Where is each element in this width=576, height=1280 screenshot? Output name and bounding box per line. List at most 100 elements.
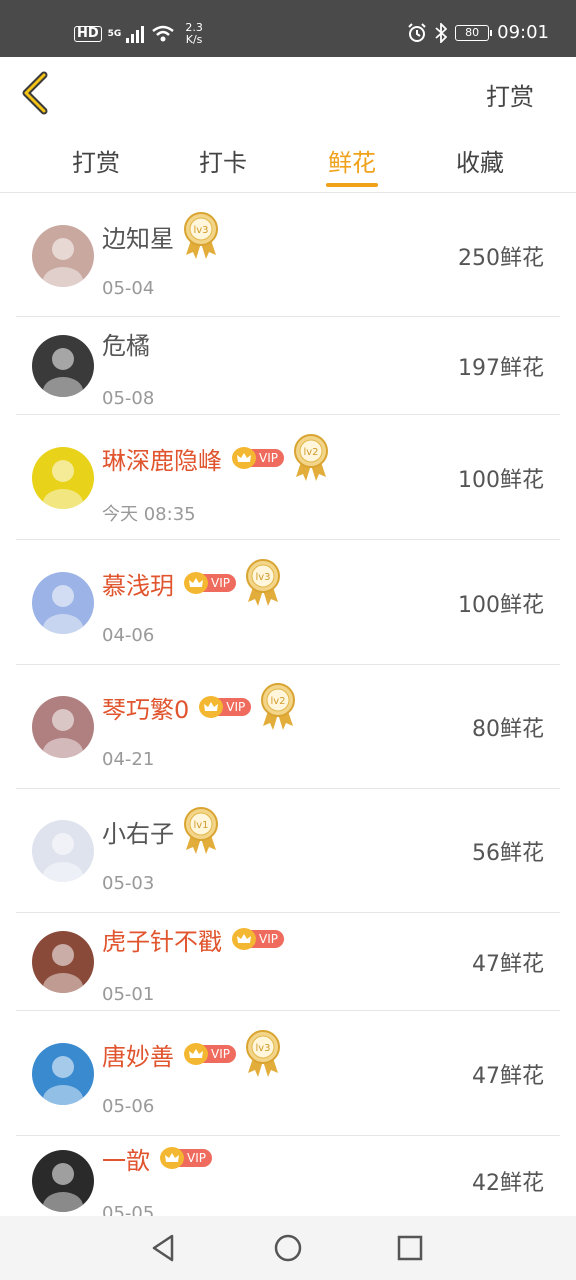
crown-icon <box>160 1147 184 1169</box>
user-name[interactable]: 一歆 <box>102 1141 150 1176</box>
user-name[interactable]: 虎子针不戳 <box>102 922 222 957</box>
avatar[interactable] <box>32 225 94 287</box>
user-name[interactable]: 边知星 <box>102 219 174 254</box>
avatar[interactable] <box>32 931 94 993</box>
avatar[interactable] <box>32 696 94 758</box>
list-item[interactable]: 边知星 lv3 05-04 250鲜花 <box>16 194 560 317</box>
status-bar: HD 5G 2.3 K/s 80 09:01 <box>0 0 576 57</box>
gift-date: 05-03 <box>102 873 155 894</box>
flower-amount: 47鲜花 <box>472 1064 544 1089</box>
avatar[interactable] <box>32 572 94 634</box>
network-type: 5G <box>107 28 122 39</box>
level-medal-icon: lv3 <box>244 558 282 608</box>
crown-icon <box>199 696 224 718</box>
square-recents-icon[interactable] <box>394 1232 426 1264</box>
back-button[interactable] <box>18 71 58 115</box>
vip-badge: VIP <box>184 1043 236 1065</box>
list-item[interactable]: 一歆 VIP 05-05 42鲜花 <box>16 1136 560 1226</box>
tab-bar: 打赏 打卡 鲜花 收藏 <box>0 129 576 193</box>
list-item[interactable]: 琳深鹿隐峰 VIP lv2 今天 08:35 100鲜花 <box>16 415 560 540</box>
header: 打赏 <box>0 57 576 129</box>
avatar-image <box>32 820 94 882</box>
network-speed: 2.3 K/s <box>185 22 203 46</box>
gift-date: 今天 08:35 <box>102 504 196 525</box>
gift-date: 04-21 <box>102 749 155 770</box>
list-item[interactable]: 危橘 05-08 197鲜花 <box>16 317 560 415</box>
vip-badge: VIP <box>199 696 252 718</box>
name-line: 唐妙善 VIP lv3 <box>102 1028 282 1080</box>
list-item[interactable]: 唐妙善 VIP lv3 05-06 47鲜花 <box>16 1011 560 1136</box>
alarm-icon <box>408 22 426 42</box>
flower-amount: 100鲜花 <box>458 468 544 493</box>
flower-amount: 197鲜花 <box>458 356 544 381</box>
triangle-back-icon[interactable] <box>148 1232 180 1264</box>
level-medal-icon: lv2 <box>259 682 297 732</box>
crown-icon <box>184 572 208 594</box>
user-name[interactable]: 琳深鹿隐峰 <box>102 441 222 476</box>
avatar[interactable] <box>32 335 94 397</box>
avatar[interactable] <box>32 1150 94 1212</box>
flower-amount: 250鲜花 <box>458 246 544 271</box>
tab-favorites[interactable]: 收藏 <box>430 143 530 178</box>
speed-unit: K/s <box>185 33 203 46</box>
vip-badge: VIP <box>232 447 284 469</box>
avatar-image <box>32 1043 94 1105</box>
tab-checkin[interactable]: 打卡 <box>173 143 273 178</box>
flower-amount: 100鲜花 <box>458 593 544 618</box>
avatar-image <box>32 1150 94 1212</box>
avatar-image <box>32 572 94 634</box>
gift-date: 05-06 <box>102 1096 155 1117</box>
gift-date: 05-04 <box>102 278 155 299</box>
bluetooth-icon <box>435 22 448 43</box>
wifi-icon <box>152 25 175 42</box>
medal-level-text: lv1 <box>193 820 208 831</box>
gift-date: 05-08 <box>102 388 155 409</box>
hd-indicator: HD <box>74 26 102 42</box>
system-nav-bar <box>0 1216 576 1280</box>
crown-icon <box>232 447 256 469</box>
medal-level-text: lv3 <box>255 1043 270 1054</box>
user-name[interactable]: 唐妙善 <box>102 1037 174 1072</box>
medal-level-text: lv2 <box>271 696 286 707</box>
name-line: 一歆 VIP <box>102 1141 212 1175</box>
chevron-left-icon <box>22 71 48 115</box>
active-tab-indicator <box>326 183 378 187</box>
crown-icon <box>184 1043 208 1065</box>
user-name[interactable]: 琴巧繁0 <box>102 690 189 725</box>
name-line: 危橘 <box>102 326 150 360</box>
tab-flowers[interactable]: 鲜花 <box>302 143 402 178</box>
flower-amount: 47鲜花 <box>472 952 544 977</box>
crown-icon <box>232 928 256 950</box>
flower-amount: 56鲜花 <box>472 841 544 866</box>
vip-badge: VIP <box>232 928 284 950</box>
name-line: 琴巧繁0 VIP lv2 <box>102 681 297 733</box>
status-right: 80 09:01 <box>407 22 549 43</box>
avatar-image <box>32 335 94 397</box>
user-name[interactable]: 危橘 <box>102 326 150 361</box>
list-item[interactable]: 慕浅玥 VIP lv3 04-06 100鲜花 <box>16 540 560 665</box>
name-line: 小右子 lv1 <box>102 805 220 857</box>
level-medal-icon: lv2 <box>292 433 330 483</box>
user-name[interactable]: 小右子 <box>102 814 174 849</box>
avatar[interactable] <box>32 447 94 509</box>
list-item[interactable]: 小右子 lv1 05-03 56鲜花 <box>16 789 560 913</box>
circle-home-icon[interactable] <box>272 1232 304 1264</box>
level-medal-icon: lv3 <box>182 211 220 261</box>
flower-amount: 42鲜花 <box>472 1171 544 1196</box>
user-name[interactable]: 慕浅玥 <box>102 566 174 601</box>
reward-action-button[interactable]: 打赏 <box>486 77 534 112</box>
name-line: 慕浅玥 VIP lv3 <box>102 557 282 609</box>
list-item[interactable]: 虎子针不戳 VIP 05-01 47鲜花 <box>16 913 560 1011</box>
tab-reward[interactable]: 打赏 <box>46 143 146 178</box>
status-left: HD 5G 2.3 K/s <box>74 22 203 46</box>
medal-level-text: lv3 <box>193 225 208 236</box>
avatar-image <box>32 447 94 509</box>
gift-date: 05-01 <box>102 984 155 1005</box>
clock: 09:01 <box>497 22 549 43</box>
medal-level-text: lv3 <box>255 572 270 583</box>
list-item[interactable]: 琴巧繁0 VIP lv2 04-21 80鲜花 <box>16 665 560 789</box>
avatar[interactable] <box>32 820 94 882</box>
flower-amount: 80鲜花 <box>472 717 544 742</box>
level-medal-icon: lv1 <box>182 806 220 856</box>
avatar[interactable] <box>32 1043 94 1105</box>
